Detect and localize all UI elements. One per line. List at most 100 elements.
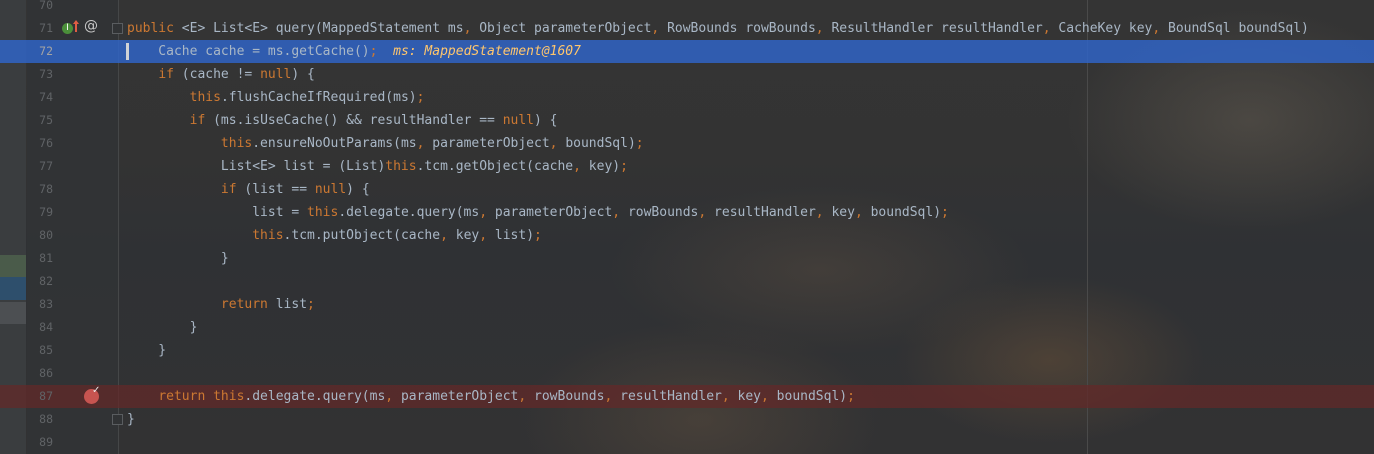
code-token: , xyxy=(698,205,715,220)
code-token: resultHandler xyxy=(620,389,722,404)
code-line[interactable]: 78 if (list == null) { xyxy=(0,178,1374,201)
code-token: , xyxy=(479,205,495,220)
code-line[interactable]: 83 return list; xyxy=(0,293,1374,316)
code-token: , xyxy=(549,136,566,151)
code-text[interactable]: } xyxy=(127,250,229,267)
code-token: return this xyxy=(158,389,245,404)
code-text[interactable]: if (list == null) { xyxy=(127,181,370,198)
code-line[interactable]: 73 if (cache != null) { xyxy=(0,63,1374,86)
code-token: ) { xyxy=(346,182,370,197)
code-line[interactable]: 72 Cache cache = ms.getCache(); ms: Mapp… xyxy=(0,40,1374,63)
line-number[interactable]: 78 xyxy=(27,182,53,196)
code-token: list = xyxy=(127,205,308,220)
code-line[interactable]: 70 xyxy=(0,0,1374,17)
code-token: this xyxy=(385,159,417,174)
line-number[interactable]: 82 xyxy=(27,274,53,288)
inline-debug-value: ms: MappedStatement@1607 xyxy=(393,44,581,59)
code-token: key xyxy=(455,228,480,243)
fold-toggle-icon[interactable] xyxy=(112,414,123,425)
line-number[interactable]: 89 xyxy=(27,435,53,449)
implements-icon[interactable]: I xyxy=(62,23,73,34)
code-line[interactable]: 77 List<E> list = (List)this.tcm.getObje… xyxy=(0,155,1374,178)
line-number[interactable]: 73 xyxy=(27,67,53,81)
code-token: , xyxy=(721,389,738,404)
code-token: .delegate.query(ms xyxy=(338,205,480,220)
line-number[interactable]: 86 xyxy=(27,366,53,380)
code-text[interactable]: return list; xyxy=(127,296,315,313)
code-text[interactable]: this.flushCacheIfRequired(ms); xyxy=(127,89,425,106)
code-line[interactable]: 88} xyxy=(0,408,1374,431)
line-number[interactable]: 76 xyxy=(27,136,53,150)
line-number[interactable]: 85 xyxy=(27,343,53,357)
code-token: parameterObject xyxy=(400,389,519,404)
fold-toggle-icon[interactable] xyxy=(112,23,123,34)
code-text[interactable]: list = this.delegate.query(ms, parameter… xyxy=(127,204,949,221)
line-number[interactable]: 72 xyxy=(27,44,53,58)
line-number[interactable]: 87 xyxy=(27,389,53,403)
line-number[interactable]: 83 xyxy=(27,297,53,311)
code-token: null xyxy=(260,67,292,82)
code-token: ; xyxy=(635,136,644,151)
code-token: ; xyxy=(534,228,542,243)
line-number[interactable]: 80 xyxy=(27,228,53,242)
line-number[interactable]: 74 xyxy=(27,90,53,104)
code-token: , xyxy=(604,389,621,404)
code-line[interactable]: 80 this.tcm.putObject(cache, key, list); xyxy=(0,224,1374,247)
line-number[interactable]: 88 xyxy=(27,412,53,426)
code-token: if xyxy=(158,67,182,82)
code-line[interactable]: 74 this.flushCacheIfRequired(ms); xyxy=(0,86,1374,109)
code-token: if xyxy=(189,113,214,128)
override-up-icon[interactable] xyxy=(73,19,79,33)
code-line[interactable]: 76 this.ensureNoOutParams(ms, parameterO… xyxy=(0,132,1374,155)
code-token: key xyxy=(831,205,855,220)
code-line[interactable]: 86 xyxy=(0,362,1374,385)
code-line[interactable]: 75 if (ms.isUseCache() && resultHandler … xyxy=(0,109,1374,132)
code-token: } xyxy=(127,412,135,427)
code-line[interactable]: 81 } xyxy=(0,247,1374,270)
line-number[interactable]: 79 xyxy=(27,205,53,219)
code-token: key xyxy=(737,389,762,404)
code-text[interactable]: this.tcm.putObject(cache, key, list); xyxy=(127,227,542,244)
code-token: } xyxy=(127,251,229,266)
code-token: , xyxy=(854,205,871,220)
code-text[interactable]: if (cache != null) { xyxy=(127,66,315,83)
code-token: boundSql) xyxy=(565,136,636,151)
line-number[interactable]: 77 xyxy=(27,159,53,173)
line-number[interactable]: 71 xyxy=(27,21,53,35)
code-token: list) xyxy=(494,228,535,243)
line-number[interactable]: 70 xyxy=(27,0,53,12)
code-text[interactable]: List<E> list = (List)this.tcm.getObject(… xyxy=(127,158,628,175)
annotation-icon[interactable]: @ xyxy=(84,18,98,34)
code-token: , xyxy=(761,389,777,404)
code-token: BoundSql boundSql) xyxy=(1168,21,1309,36)
code-text[interactable]: } xyxy=(127,319,198,336)
code-token: parameterObject xyxy=(432,136,550,151)
code-token: .flushCacheIfRequired(ms) xyxy=(220,90,417,105)
code-text[interactable]: return this.delegate.query(ms, parameter… xyxy=(127,388,855,405)
code-text[interactable]: if (ms.isUseCache() && resultHandler == … xyxy=(127,112,558,129)
code-line[interactable]: 79 list = this.delegate.query(ms, parame… xyxy=(0,201,1374,224)
code-line[interactable]: 84 } xyxy=(0,316,1374,339)
code-line[interactable]: 85 } xyxy=(0,339,1374,362)
code-line[interactable]: 71 public <E> List<E> query(MappedStateme… xyxy=(0,17,1374,40)
line-number[interactable]: 75 xyxy=(27,113,53,127)
code-line[interactable]: 87 return this.delegate.query(ms, parame… xyxy=(0,385,1374,408)
code-token: resultHandler xyxy=(714,205,816,220)
line-number[interactable]: 81 xyxy=(27,251,53,265)
code-text[interactable]: } xyxy=(127,411,135,428)
code-token: (cache != xyxy=(181,67,261,82)
code-text[interactable]: } xyxy=(127,342,166,359)
code-text[interactable]: this.ensureNoOutParams(ms, parameterObje… xyxy=(127,135,644,152)
line-number[interactable]: 84 xyxy=(27,320,53,334)
code-line[interactable]: 82 xyxy=(0,270,1374,293)
code-text[interactable]: public <E> List<E> query(MappedStatement… xyxy=(127,20,1309,37)
code-token: , xyxy=(463,21,480,36)
code-token: this xyxy=(307,205,339,220)
code-line[interactable]: 89 xyxy=(0,431,1374,454)
code-text[interactable]: Cache cache = ms.getCache(); ms: MappedS… xyxy=(127,43,581,60)
